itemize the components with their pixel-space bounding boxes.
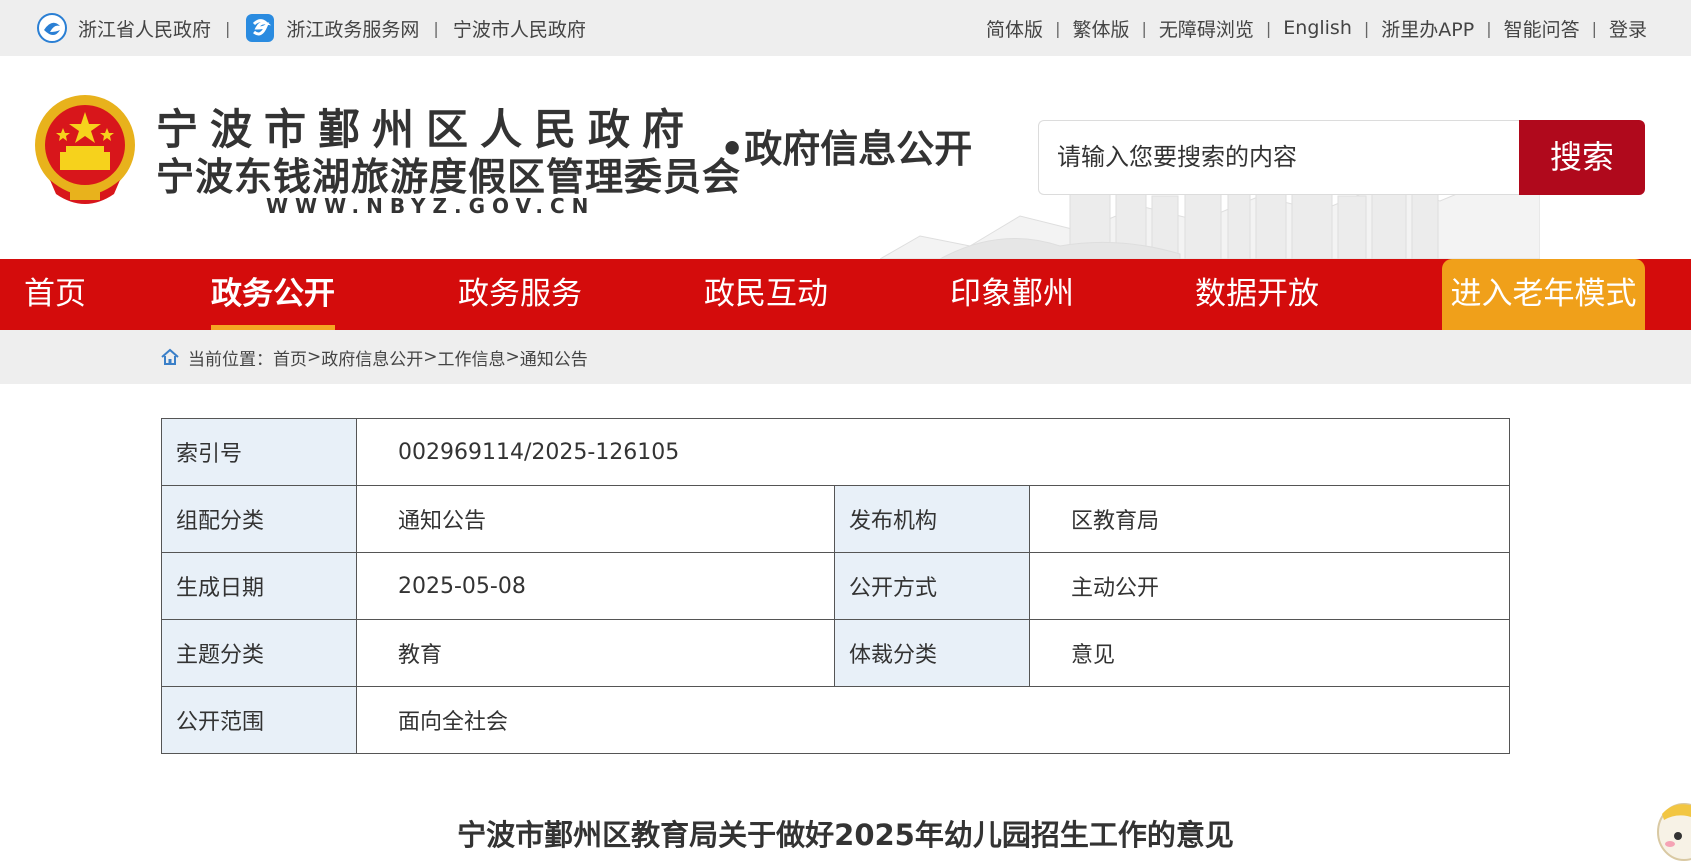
scope-label: 公开范围 [161,686,357,754]
nav-item-impression[interactable]: 印象鄞州 [950,259,1074,330]
index-label: 索引号 [161,418,357,486]
separator: | [433,18,439,38]
publisher-label: 发布机构 [834,485,1030,553]
disclosure-label: 公开方式 [834,552,1030,620]
separator: | [1486,18,1492,38]
site-header: 宁波市鄞州区人民政府 宁波东钱湖旅游度假区管理委员会 WWW.NBYZ.GOV.… [0,56,1691,259]
link-label: 浙江省人民政府 [78,18,212,41]
search-button[interactable]: 搜索 [1519,120,1645,195]
breadcrumb-separator: > [307,347,322,367]
breadcrumb-bar: 当前位置： 首页 > 政府信息公开 > 工作信息 > 通知公告 [0,330,1691,384]
link-accessibility[interactable]: 无障碍浏览 [1159,15,1254,42]
table-row: 组配分类 通知公告 发布机构 区教育局 [161,485,1510,553]
link-label: 浙江政务服务网 [286,18,420,41]
nav-item-gov-services[interactable]: 政务服务 [458,259,582,330]
scope-value: 面向全社会 [356,686,1510,754]
table-row: 公开范围 面向全社会 [161,686,1510,754]
breadcrumb-prefix: 当前位置： [188,349,273,370]
nav-item-gov-affairs[interactable]: 政务公开 [211,259,335,330]
zwfw-logo-icon [246,14,275,42]
separator: | [1591,18,1597,38]
document-info-table: 索引号 002969114/2025-126105 组配分类 通知公告 发布机构… [161,418,1510,754]
org-name-secondary: 宁波东钱湖旅游度假区管理委员会 [156,154,742,199]
breadcrumb-link-home[interactable]: 首页 [273,345,307,370]
breadcrumb-link-work-info[interactable]: 工作信息 [438,345,506,370]
link-traditional[interactable]: 繁体版 [1072,15,1129,42]
breadcrumb-separator: > [505,347,520,367]
breadcrumb-link-notice[interactable]: 通知公告 [520,345,588,370]
topic-value: 教育 [356,619,835,687]
disclosure-value: 主动公开 [1029,552,1510,620]
separator: | [225,18,231,38]
breadcrumb-separator: > [423,347,438,367]
zhejiang-gov-logo-icon [37,13,67,43]
category-label: 组配分类 [161,485,357,553]
link-zwfw[interactable]: 浙江政务服务网 [244,12,419,44]
breadcrumb-link-info-open[interactable]: 政府信息公开 [321,345,423,370]
index-value: 002969114/2025-126105 [356,418,1510,486]
article-title: 宁波市鄞州区教育局关于做好2025年幼儿园招生工作的意见 [457,818,1234,852]
link-simplified[interactable]: 简体版 [986,15,1043,42]
link-zhejiang-gov[interactable]: 浙江省人民政府 [36,12,211,44]
breadcrumb: 当前位置： 首页 > 政府信息公开 > 工作信息 > 通知公告 [160,330,588,384]
top-right-links: 简体版 | 繁体版 | 无障碍浏览 | English | 浙里办APP | 智… [986,0,1647,56]
date-label: 生成日期 [161,552,357,620]
nav-item-interaction[interactable]: 政民互动 [704,259,828,330]
link-english[interactable]: English [1283,17,1352,39]
category-value: 通知公告 [356,485,835,553]
site-url: WWW.NBYZ.GOV.CN [266,194,596,218]
link-smart-qa[interactable]: 智能问答 [1504,15,1580,42]
separator: | [1265,18,1272,38]
link-login[interactable]: 登录 [1609,15,1647,42]
genre-label: 体裁分类 [834,619,1030,687]
table-row: 索引号 002969114/2025-126105 [161,418,1510,486]
main-nav: 首页 政务公开 政务服务 政民互动 印象鄞州 数据开放 进入老年模式 [0,259,1691,330]
topic-label: 主题分类 [161,619,357,687]
national-emblem-icon [35,95,135,204]
table-row: 生成日期 2025-05-08 公开方式 主动公开 [161,552,1510,620]
separator: | [1141,18,1147,38]
assistant-mascot-icon[interactable] [1654,792,1691,863]
top-utility-bar: 浙江省人民政府 | 浙江政务服务网 | 宁波市人民政府 简体版 | 繁体版 | … [0,0,1691,56]
top-left-links: 浙江省人民政府 | 浙江政务服务网 | 宁波市人民政府 [36,0,586,56]
search-input[interactable]: 请输入您要搜索的内容 [1038,120,1520,195]
separator: | [1363,18,1370,38]
publisher-value: 区教育局 [1029,485,1510,553]
nav-item-home[interactable]: 首页 [24,259,86,330]
elder-mode-button[interactable]: 进入老年模式 [1442,259,1645,330]
link-ningbo-gov[interactable]: 宁波市人民政府 [453,15,586,42]
table-row: 主题分类 教育 体裁分类 意见 [161,619,1510,687]
date-value: 2025-05-08 [356,552,835,620]
separator: | [1055,18,1061,38]
nav-item-open-data[interactable]: 数据开放 [1195,259,1319,330]
home-icon [161,348,179,365]
section-title: •政府信息公开 [720,126,973,171]
link-zlb-app[interactable]: 浙里办APP [1381,15,1474,42]
genre-value: 意见 [1029,619,1510,687]
